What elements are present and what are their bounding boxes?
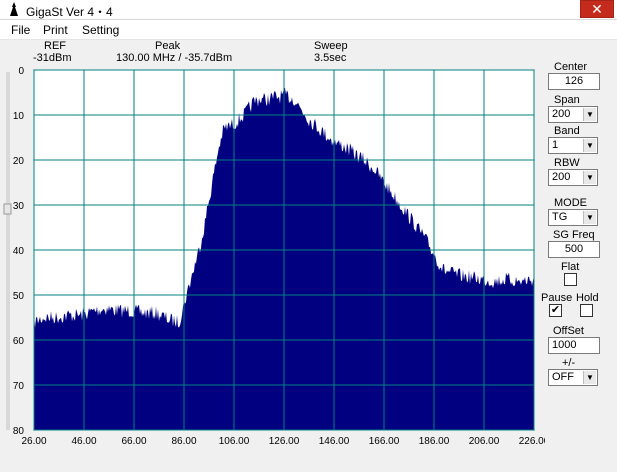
plus-minus-select[interactable]: OFF ▼ [548,369,598,386]
sweep-label: Sweep [314,40,348,52]
pause-label: Pause [541,292,573,304]
y-tick-label: 40 [13,246,25,257]
mode-label: MODE [554,197,587,209]
close-icon: ✕ [591,1,603,17]
sg-freq-label: SG Freq [553,229,595,241]
peak-label: Peak [155,40,181,52]
left-scroll-track [6,72,10,430]
chevron-down-icon[interactable]: ▼ [583,211,596,224]
pause-checkbox[interactable]: ✔ [549,304,562,317]
x-tick-label: 186.00 [419,436,450,447]
close-button[interactable]: ✕ [580,0,614,18]
center-label: Center [554,61,588,73]
y-tick-label: 10 [13,111,25,122]
mode-value: TG [552,211,568,223]
hold-checkbox[interactable] [580,304,593,317]
offset-label: OffSet [553,325,584,337]
y-axis-ticks: 01020304050607080 [13,66,25,437]
x-tick-label: 146.00 [319,436,350,447]
app-icon [10,2,18,16]
x-tick-label: 106.00 [219,436,250,447]
y-tick-label: 60 [13,336,25,347]
y-tick-label: 30 [13,201,25,212]
y-tick-label: 50 [13,291,25,302]
sg-freq-field[interactable]: 500 [548,241,600,258]
y-tick-label: 0 [18,66,24,77]
span-value: 200 [552,108,571,120]
menu-bar: File Print Setting [0,20,617,40]
span-label: Span [554,94,580,106]
window-title: GigaSt Ver 4・4 [26,5,113,19]
x-tick-label: 26.00 [21,436,46,447]
chevron-down-icon[interactable]: ▼ [583,108,596,121]
flat-label: Flat [561,261,580,273]
band-select[interactable]: 1 ▼ [548,137,598,154]
chevron-down-icon[interactable]: ▼ [583,371,596,384]
span-select[interactable]: 200 ▼ [548,106,598,123]
x-tick-label: 166.00 [369,436,400,447]
left-scroll-handle[interactable] [3,203,12,215]
menu-print[interactable]: Print [41,23,70,37]
menu-setting[interactable]: Setting [80,23,121,37]
hold-label: Hold [576,292,599,304]
chevron-down-icon[interactable]: ▼ [583,171,596,184]
x-tick-label: 46.00 [71,436,96,447]
x-axis-ticks: 26.00 46.00 66.00 86.00 106.00 126.00 146.00 16… [21,436,545,447]
title-bar: GigaSt Ver 4・4 ✕ [0,0,617,20]
rbw-value: 200 [552,171,571,183]
x-tick-label: 126.00 [269,436,300,447]
y-tick-label: 20 [13,156,25,167]
band-label: Band [554,125,580,137]
plus-minus-label: +/- [562,357,576,369]
rbw-select[interactable]: 200 ▼ [548,169,598,186]
x-tick-label: 206.00 [469,436,500,447]
y-tick-label: 70 [13,381,25,392]
ref-label: REF [44,40,66,52]
x-tick-label: 86.00 [171,436,196,447]
center-field[interactable]: 126 [548,73,600,90]
x-tick-label: 66.00 [121,436,146,447]
check-icon: ✔ [550,304,561,316]
menu-file[interactable]: File [9,23,32,37]
chevron-down-icon[interactable]: ▼ [583,139,596,152]
x-tick-label: 226.00 [519,436,545,447]
rbw-label: RBW [554,157,580,169]
plus-minus-value: OFF [552,371,574,383]
spectrum-chart: 01020304050607080 26.00 46.00 66.00 86.00 10… [3,66,545,447]
offset-field[interactable]: 1000 [548,337,600,354]
mode-select[interactable]: TG ▼ [548,209,598,226]
flat-checkbox[interactable] [564,273,577,286]
band-value: 1 [552,139,559,151]
